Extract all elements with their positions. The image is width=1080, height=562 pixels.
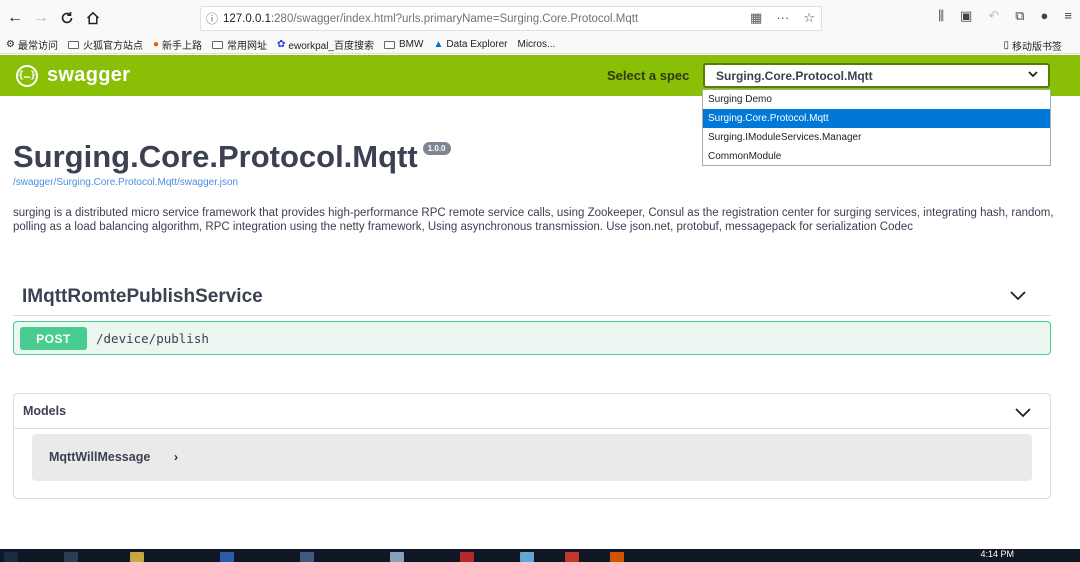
spec-option-surging-demo[interactable]: Surging Demo [703,90,1050,109]
api-description: surging is a distributed micro service f… [13,207,1054,233]
api-title-row: Surging.Core.Protocol.Mqtt 1.0.0 [13,138,451,176]
bookmark-mobile[interactable]: ▯ 移动版书签 [1003,38,1062,53]
taskbar-app-icon[interactable] [130,552,144,562]
chevron-down-icon [1028,69,1038,81]
chevron-down-icon[interactable] [1009,288,1027,302]
reload-icon [61,12,73,24]
folder-icon [67,40,79,49]
bookmark-most-visited[interactable]: ⚙ 最常访问 [6,37,58,52]
bookmark-bmw[interactable]: BMW [384,39,423,50]
page-title: Surging.Core.Protocol.Mqtt [13,139,418,174]
forward-arrow-icon: → [33,9,49,26]
model-name: MqttWillMessage [49,450,151,464]
taskbar-app-icon[interactable] [300,552,314,562]
library-icon[interactable]: ⫼ [938,8,944,24]
swagger-logo[interactable]: {…} swagger [16,64,130,87]
bookmarks-bar: ⚙ 最常访问 火狐官方站点 ● 新手上路 常用网址 ✿ eworkpal_百度搜索 B… [0,36,1080,54]
sidebar-icon[interactable]: ▣ [960,8,972,24]
home-button[interactable] [80,5,106,31]
models-header[interactable]: Models [14,394,1050,429]
reload-button[interactable] [54,5,80,31]
start-icon[interactable] [4,552,18,562]
taskbar-app-icon[interactable] [390,552,404,562]
tag-section-header[interactable]: IMqttRomtePublishService [13,278,1051,316]
spec-option-commonmodule[interactable]: CommonModule [703,147,1050,166]
browser-toolbar: ← → ⓘ 127.0.0.1 :280/swagger/index.html?… [0,0,1080,36]
taskbar-app-icon[interactable] [64,552,78,562]
back-button[interactable]: ← [2,5,28,31]
chat-icon[interactable]: ● [1041,8,1049,24]
swagger-logo-text: swagger [47,64,131,86]
screenshot-icon[interactable]: ⧉ [1015,8,1024,24]
taskbar-app-icon[interactable] [610,552,624,562]
spec-option-mqtt[interactable]: Surging.Core.Protocol.Mqtt [703,109,1050,128]
firefox-icon: ● [152,39,160,50]
spec-option-manager[interactable]: Surging.IModuleServices.Manager [703,128,1050,147]
baidu-icon: ✿ [277,39,286,50]
operation-path: /device/publish [96,331,209,346]
qr-code-icon[interactable]: ▦ [750,10,762,26]
chevron-down-icon[interactable] [1014,405,1032,419]
model-item[interactable]: MqttWillMessage › [32,434,1032,481]
tag-name: IMqttRomtePublishService [22,286,263,307]
mobile-icon: ▯ [1003,40,1009,51]
azure-icon: ▲ [433,39,444,50]
taskbar-app-icon[interactable] [520,552,534,562]
os-taskbar: 4:14 PM [0,549,1080,562]
forward-button[interactable]: → [28,5,54,31]
bookmark-star-icon[interactable]: ☆ [803,10,815,26]
url-path: :280/swagger/index.html?urls.primaryName… [270,12,639,25]
spec-select-value: Surging.Core.Protocol.Mqtt [716,68,873,83]
version-badge: 1.0.0 [422,142,451,155]
bookmark-common-sites[interactable]: 常用网址 [212,37,267,52]
swagger-json-link[interactable]: /swagger/Surging.Core.Protocol.Mqtt/swag… [13,177,238,188]
folder-icon [212,40,224,49]
undo-icon[interactable]: ↶ [988,8,999,24]
url-host: 127.0.0.1 [223,12,271,25]
home-icon [86,11,100,25]
bookmark-data-explorer[interactable]: ▲ Data Explorer [433,39,507,50]
spec-select[interactable]: Surging.Core.Protocol.Mqtt [703,63,1050,88]
info-icon[interactable]: ⓘ [201,10,223,27]
bookmark-micros[interactable]: Micros... [518,39,556,50]
models-title: Models [23,404,67,418]
page-actions-icon[interactable]: ··· [776,10,789,26]
operation-post-device-publish[interactable]: POST /device/publish [13,321,1051,355]
taskbar-app-icon[interactable] [460,552,474,562]
address-bar[interactable]: ⓘ 127.0.0.1 :280/swagger/index.html?urls… [200,6,822,31]
gear-icon: ⚙ [6,39,15,50]
swagger-logo-icon: {…} [16,64,38,87]
clock[interactable]: 4:14 PM [980,549,1014,559]
select-spec-label: Select a spec [607,68,690,83]
chevron-right-icon[interactable]: › [174,450,178,464]
taskbar-app-icon[interactable] [220,552,234,562]
bookmark-firefox-site[interactable]: 火狐官方站点 [67,37,143,52]
models-section: Models MqttWillMessage › [13,393,1051,499]
menu-icon[interactable]: ≡ [1064,8,1072,24]
bookmark-getting-started[interactable]: ● 新手上路 [153,37,202,52]
http-method-badge: POST [20,327,87,350]
spec-dropdown-list: Surging Demo Surging.Core.Protocol.Mqtt … [702,89,1051,166]
taskbar-app-icon[interactable] [565,552,579,562]
folder-icon [384,40,395,49]
back-arrow-icon: ← [7,9,23,26]
bookmark-eworkpal[interactable]: ✿ eworkpal_百度搜索 [277,37,374,52]
